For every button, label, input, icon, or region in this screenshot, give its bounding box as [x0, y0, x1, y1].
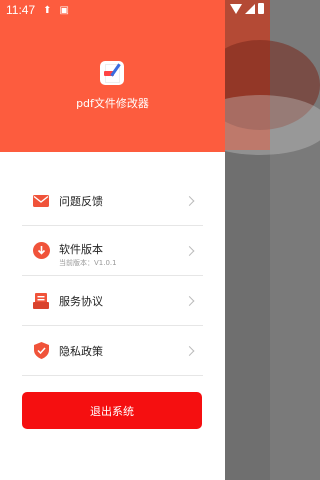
chevron-right-icon	[184, 195, 195, 206]
menu-item-privacy-policy[interactable]: 隐私政策	[22, 326, 203, 376]
logout-button[interactable]: 退出系统	[22, 392, 202, 429]
battery-icon	[258, 3, 264, 14]
menu-item-feedback[interactable]: 问题反馈	[22, 176, 203, 226]
app-name: pdf文件修改器	[76, 97, 149, 110]
navigation-drawer: pdf文件修改器 问题反馈 软件版本 当前版本：V1.0.1 服务协议 隐私政策…	[0, 0, 225, 480]
menu-item-service-agreement[interactable]: 服务协议	[22, 276, 203, 326]
menu-label-service-agreement: 服务协议	[59, 294, 103, 308]
document-icon	[32, 292, 50, 310]
a-icon: ▣	[59, 4, 69, 16]
wifi-icon	[230, 3, 242, 14]
shield-icon	[32, 342, 50, 360]
chevron-right-icon	[184, 295, 195, 306]
current-version-text: 当前版本：V1.0.1	[59, 259, 117, 267]
app-logo-icon	[100, 61, 124, 85]
upload-icon: ⬆	[43, 4, 52, 16]
chevron-right-icon	[184, 345, 195, 356]
status-time: 11:47	[6, 3, 36, 17]
download-icon	[32, 242, 50, 260]
status-right	[230, 3, 264, 14]
chevron-right-icon	[184, 245, 195, 256]
mail-icon	[32, 192, 50, 210]
menu-label-version: 软件版本	[59, 243, 103, 256]
menu-label-privacy-policy: 隐私政策	[59, 344, 103, 358]
status-bar: 11:47 ⬆ ▣	[0, 0, 270, 20]
drawer-header: pdf文件修改器	[0, 0, 225, 152]
menu-label-feedback: 问题反馈	[59, 194, 103, 208]
drawer-menu: 问题反馈 软件版本 当前版本：V1.0.1 服务协议 隐私政策	[0, 176, 225, 376]
menu-item-version[interactable]: 软件版本 当前版本：V1.0.1	[22, 226, 203, 276]
signal-icon	[245, 3, 255, 14]
